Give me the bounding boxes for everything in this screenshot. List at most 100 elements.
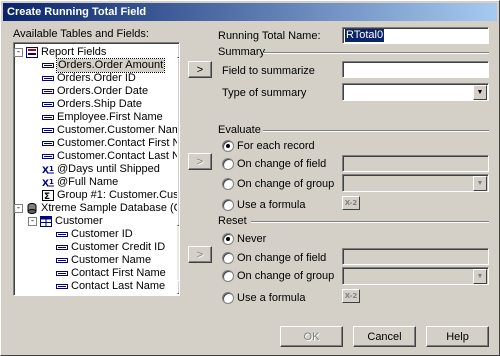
field-icon [42, 138, 54, 149]
tree-item-label: Customer.Contact Last Nam [57, 150, 180, 162]
chevron-down-icon[interactable]: ▼ [473, 269, 487, 284]
evaluate-on-change-of-field-label: On change of field [237, 158, 327, 170]
reset-formula-editor-button[interactable]: X-2 [342, 289, 360, 303]
add-reset-field-button[interactable]: > [188, 246, 212, 263]
create-running-total-dialog: Create Running Total Field Available Tab… [0, 0, 500, 356]
tree-item[interactable]: - Customer [14, 215, 176, 228]
tree-item-label: Customer Name [71, 254, 152, 266]
tree-item[interactable]: Customer Credit ID [14, 241, 176, 254]
cancel-button[interactable]: Cancel [353, 326, 416, 347]
formula-icon: X-2 [344, 199, 358, 207]
formula-icon: X1 [42, 177, 54, 189]
available-fields-tree[interactable]: - Report Fields Orders.Order Amount Orders.… [13, 42, 180, 296]
tree-item-label: @Full Name [57, 176, 119, 188]
reset-never-radio[interactable] [222, 233, 234, 245]
tree-item[interactable]: Customer.Customer Name [14, 124, 179, 137]
scroll-down-button[interactable]: ▼ [177, 280, 179, 294]
tree-item-label: Orders.Order ID [57, 72, 136, 84]
tree-item[interactable]: Orders.Order Amount [14, 58, 176, 73]
reset-on-change-of-field-radio[interactable] [222, 252, 234, 264]
evaluate-use-formula-radio[interactable] [222, 199, 234, 211]
reset-on-change-of-group-label: On change of group [237, 270, 335, 282]
running-total-name-input[interactable]: RTotal0 [342, 27, 489, 44]
formula-icon: X-2 [344, 292, 358, 300]
tree-item[interactable]: Customer.Contact Last Nam [14, 150, 179, 163]
svg-text:1: 1 [49, 178, 54, 186]
tree-item[interactable]: X 1 @Days until Shipped [14, 163, 176, 176]
reset-never-label: Never [237, 233, 267, 245]
field-icon [42, 99, 54, 110]
tree-item-label: Xtreme Sample Database (ODB [41, 202, 179, 214]
field-icon [56, 242, 68, 253]
type-of-summary-select[interactable]: ▼ [342, 83, 489, 101]
evaluate-divider [263, 130, 489, 132]
help-button[interactable]: Help [426, 326, 489, 347]
formula-icon: X1 [42, 164, 54, 176]
table-icon [40, 216, 52, 227]
tree-item-label: Contact First Name [71, 267, 166, 279]
tree-item-label: Customer.Customer Name [57, 124, 180, 136]
chevron-down-icon[interactable]: ▼ [473, 176, 487, 191]
svg-text:1: 1 [49, 165, 54, 173]
reset-group-select[interactable]: ▼ [342, 267, 489, 285]
reset-on-change-of-group-radio[interactable] [222, 270, 234, 282]
tree-item[interactable]: Orders.Ship Date [14, 98, 176, 111]
ok-button[interactable]: OK [280, 326, 343, 347]
tree-item-label: Customer ID [71, 228, 133, 240]
summary-header: Summary [218, 46, 266, 58]
field-icon [56, 268, 68, 279]
scroll-thumb[interactable] [177, 58, 179, 226]
tree-item[interactable]: - Report Fields [14, 46, 176, 59]
group-icon: Σ [42, 190, 54, 202]
tree-item[interactable]: Employee.First Name [14, 111, 176, 124]
reset-field-input[interactable] [342, 248, 489, 265]
tree-item[interactable]: Customer.Contact First Nam [14, 137, 179, 150]
tree-item[interactable]: Orders.Order ID [14, 72, 176, 85]
scroll-up-button[interactable]: ▲ [177, 44, 179, 58]
tree-item[interactable]: X 1 @Full Name [14, 176, 176, 189]
field-icon [56, 229, 68, 240]
tree-item-label: Group #1: Customer.Custor [57, 189, 180, 201]
tree-collapse-toggle[interactable]: - [14, 204, 23, 213]
tree-collapse-toggle[interactable]: - [14, 48, 23, 57]
report-fields-icon [26, 47, 38, 58]
add-field-to-summarize-button[interactable]: > [188, 61, 212, 78]
evaluate-use-formula-label: Use a formula [237, 199, 306, 211]
tree-item[interactable]: Customer Name [14, 254, 176, 267]
reset-divider [251, 221, 489, 223]
dialog-title: Create Running Total Field [3, 3, 497, 21]
type-of-summary-label: Type of summary [222, 87, 307, 99]
field-icon [42, 112, 54, 123]
tree-item[interactable]: Contact First Name [14, 267, 176, 280]
evaluate-on-change-of-field-radio[interactable] [222, 158, 234, 170]
tree-item[interactable]: Contact Last Name [14, 280, 176, 293]
chevron-down-icon[interactable]: ▼ [473, 85, 487, 100]
reset-on-change-of-field-label: On change of field [237, 252, 327, 264]
running-total-name-label: Running Total Name: [218, 30, 321, 42]
reset-use-formula-radio[interactable] [222, 292, 234, 304]
field-icon [42, 151, 54, 162]
evaluate-on-change-of-group-radio[interactable] [222, 178, 234, 190]
evaluate-formula-editor-button[interactable]: X-2 [342, 196, 360, 210]
tree-item-label: Orders.Ship Date [57, 98, 142, 110]
tree-collapse-toggle[interactable]: - [28, 217, 37, 226]
evaluate-group-select[interactable]: ▼ [342, 174, 489, 192]
tree-scrollbar[interactable]: ▲ ▼ [177, 44, 179, 294]
svg-text:Σ: Σ [44, 192, 50, 201]
field-to-summarize-input[interactable] [342, 61, 489, 78]
available-fields-label: Available Tables and Fields: [13, 28, 149, 40]
tree-item[interactable]: Orders.Order Date [14, 85, 176, 98]
svg-text:X: X [42, 166, 49, 175]
evaluate-field-input[interactable] [342, 155, 489, 172]
running-total-name-value: RTotal0 [345, 29, 385, 42]
field-to-summarize-label: Field to summarize [222, 65, 315, 77]
evaluate-for-each-record-label: For each record [237, 140, 315, 152]
tree-item[interactable]: Σ Group #1: Customer.Custor [14, 189, 179, 202]
summary-divider [263, 52, 489, 54]
add-evaluate-field-button[interactable]: > [188, 153, 212, 170]
field-icon [42, 60, 54, 71]
evaluate-on-change-of-group-label: On change of group [237, 178, 335, 190]
tree-item[interactable]: Customer ID [14, 228, 176, 241]
evaluate-for-each-record-radio[interactable] [222, 140, 234, 152]
tree-item[interactable]: - Xtreme Sample Database (ODB [14, 202, 179, 215]
